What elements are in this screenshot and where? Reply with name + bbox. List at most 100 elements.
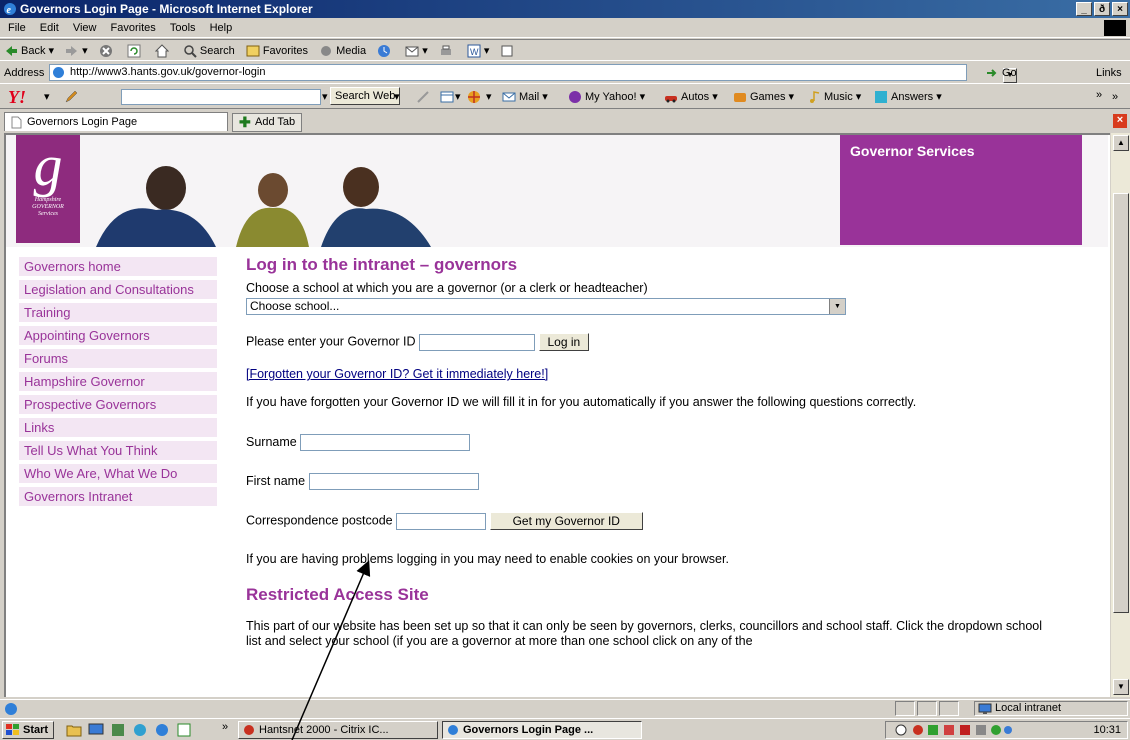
- first-name-label: First name: [246, 473, 306, 488]
- choose-school-label: Choose a school at which you are a gover…: [246, 281, 648, 295]
- minimize-button[interactable]: _: [1076, 2, 1092, 16]
- refresh-button[interactable]: [127, 40, 144, 62]
- address-input[interactable]: http://www3.hants.gov.uk/governor-login …: [49, 64, 1017, 83]
- sidebar-item-appointing[interactable]: Appointing Governors: [19, 326, 217, 345]
- quicklaunch-ie-icon[interactable]: [154, 722, 170, 738]
- close-button[interactable]: ×: [1112, 2, 1128, 16]
- cookies-note: If you are having problems logging in yo…: [246, 552, 729, 566]
- plus-icon: ✚: [239, 114, 251, 130]
- go-button[interactable]: Go: [985, 62, 1017, 84]
- favorites-button[interactable]: Favorites: [246, 40, 308, 62]
- toolbar-overflow-chevron[interactable]: »: [1112, 85, 1118, 109]
- sidebar-item-prospective[interactable]: Prospective Governors: [19, 395, 217, 414]
- discuss-icon: [501, 45, 513, 57]
- search-button[interactable]: Search: [183, 40, 235, 62]
- address-bar: Address http://www3.hants.gov.uk/governo…: [0, 62, 1130, 101]
- yahoo-search-input[interactable]: [121, 89, 321, 105]
- sidebar-item-links[interactable]: Links: [19, 418, 217, 437]
- windows-flag-icon: [6, 724, 19, 735]
- page-viewport: g Hampshire GOVERNOR Services Governor S…: [4, 133, 1110, 697]
- menu-tools[interactable]: Tools: [170, 22, 196, 34]
- surname-input[interactable]: [300, 434, 471, 451]
- print-button[interactable]: [439, 40, 456, 62]
- layout-icon[interactable]: [440, 90, 454, 104]
- menu-help[interactable]: Help: [210, 22, 233, 34]
- sidebar-item-governors-home[interactable]: Governors home: [19, 257, 217, 276]
- yahoo-search-dropdown[interactable]: ▾: [322, 85, 328, 109]
- media-button[interactable]: Media: [319, 40, 366, 62]
- sidebar-item-tell-us[interactable]: Tell Us What You Think: [19, 441, 217, 460]
- yahoo-mail-button[interactable]: Mail ▾: [502, 85, 548, 109]
- quicklaunch-folder-icon[interactable]: [66, 722, 82, 738]
- task-hantsnet[interactable]: Hantsnet 2000 - Citrix IC...: [238, 721, 438, 739]
- refresh-icon: [127, 44, 141, 58]
- scroll-up-icon[interactable]: ▲: [1113, 135, 1129, 151]
- yahoo-logo[interactable]: Y!: [8, 87, 26, 107]
- sidebar-item-training[interactable]: Training: [19, 303, 217, 322]
- start-button[interactable]: Start: [2, 721, 54, 739]
- menu-view[interactable]: View: [73, 22, 97, 34]
- antispy-dropdown[interactable]: ▾: [486, 85, 492, 109]
- status-cell: [895, 701, 915, 716]
- home-button[interactable]: [154, 40, 172, 62]
- games-button[interactable]: Games ▾: [733, 85, 794, 109]
- governor-id-input[interactable]: [419, 333, 536, 351]
- search-web-dropdown[interactable]: ▾: [394, 85, 400, 109]
- vertical-scrollbar[interactable]: ▲ ▼: [1110, 133, 1130, 697]
- discuss-button[interactable]: [500, 40, 517, 62]
- sidebar-item-forums[interactable]: Forums: [19, 349, 217, 368]
- stop-icon: [99, 45, 112, 58]
- forgot-id-link[interactable]: [Forgotten your Governor ID? Get it imme…: [246, 367, 548, 381]
- answers-button[interactable]: Answers ▾: [874, 85, 942, 109]
- sidebar-item-hampshire-governor[interactable]: Hampshire Governor: [19, 372, 217, 391]
- restricted-heading: Restricted Access Site: [246, 585, 429, 604]
- antispy-icon[interactable]: [466, 89, 482, 105]
- quicklaunch-more[interactable]: »: [222, 721, 228, 733]
- get-governor-id-button[interactable]: Get my Governor ID: [489, 512, 643, 530]
- autos-button[interactable]: Autos ▾: [664, 85, 718, 109]
- my-yahoo-button[interactable]: My Yahoo! ▾: [568, 85, 645, 109]
- status-cell: [917, 701, 937, 716]
- layout-dropdown[interactable]: ▾: [455, 85, 461, 109]
- menu-file[interactable]: File: [8, 22, 26, 34]
- quicklaunch-app-icon[interactable]: [176, 722, 192, 738]
- first-name-input[interactable]: [308, 473, 479, 490]
- school-select[interactable]: Choose school... ▼: [246, 298, 846, 315]
- quicklaunch-help-icon[interactable]: [132, 722, 148, 738]
- highlight-icon[interactable]: [416, 90, 430, 104]
- music-button[interactable]: Music ▾: [807, 85, 861, 109]
- scroll-thumb[interactable]: [1113, 193, 1129, 613]
- main-content: Log in to the intranet – governors Choos…: [246, 255, 1086, 649]
- chevron-down-icon[interactable]: ▼: [829, 299, 845, 314]
- sidebar-item-who-we-are[interactable]: Who We Are, What We Do: [19, 464, 217, 483]
- tab-governors-login[interactable]: Governors Login Page: [4, 112, 228, 131]
- page-icon: [11, 116, 22, 129]
- quicklaunch-desktop-icon[interactable]: [88, 722, 104, 738]
- tray-icons[interactable]: [894, 723, 1014, 737]
- back-button[interactable]: Back ▾: [4, 40, 54, 62]
- mail-button[interactable]: ▾: [405, 40, 428, 62]
- quicklaunch-network-icon[interactable]: [110, 722, 126, 738]
- add-tab-button[interactable]: ✚ Add Tab: [232, 113, 303, 132]
- back-arrow-icon: [6, 46, 17, 57]
- history-button[interactable]: [377, 40, 394, 62]
- postcode-input[interactable]: [396, 512, 487, 530]
- menu-favorites[interactable]: Favorites: [111, 22, 156, 34]
- close-tab-icon[interactable]: ×: [1113, 114, 1127, 128]
- favorites-star-icon: [246, 45, 260, 57]
- search-web-button[interactable]: Search Web: [330, 87, 401, 105]
- scroll-down-icon[interactable]: ▼: [1113, 679, 1129, 695]
- login-button[interactable]: Log in: [538, 333, 590, 351]
- edit-button[interactable]: W ▾: [467, 40, 489, 62]
- sidebar-item-legislation[interactable]: Legislation and Consultations: [19, 280, 217, 299]
- stop-button[interactable]: [99, 40, 116, 62]
- forward-button[interactable]: ▾: [65, 40, 88, 62]
- banner-person-3-image: [321, 167, 431, 247]
- pencil-icon[interactable]: [64, 90, 78, 104]
- yahoo-menu-dropdown[interactable]: ▾: [44, 85, 50, 109]
- sidebar-item-intranet[interactable]: Governors Intranet: [19, 487, 217, 506]
- hampshire-governor-logo[interactable]: g Hampshire GOVERNOR Services: [16, 135, 80, 243]
- task-governors-login[interactable]: Governors Login Page ...: [442, 721, 642, 739]
- maximize-button[interactable]: ð: [1094, 2, 1110, 16]
- menu-edit[interactable]: Edit: [40, 22, 59, 34]
